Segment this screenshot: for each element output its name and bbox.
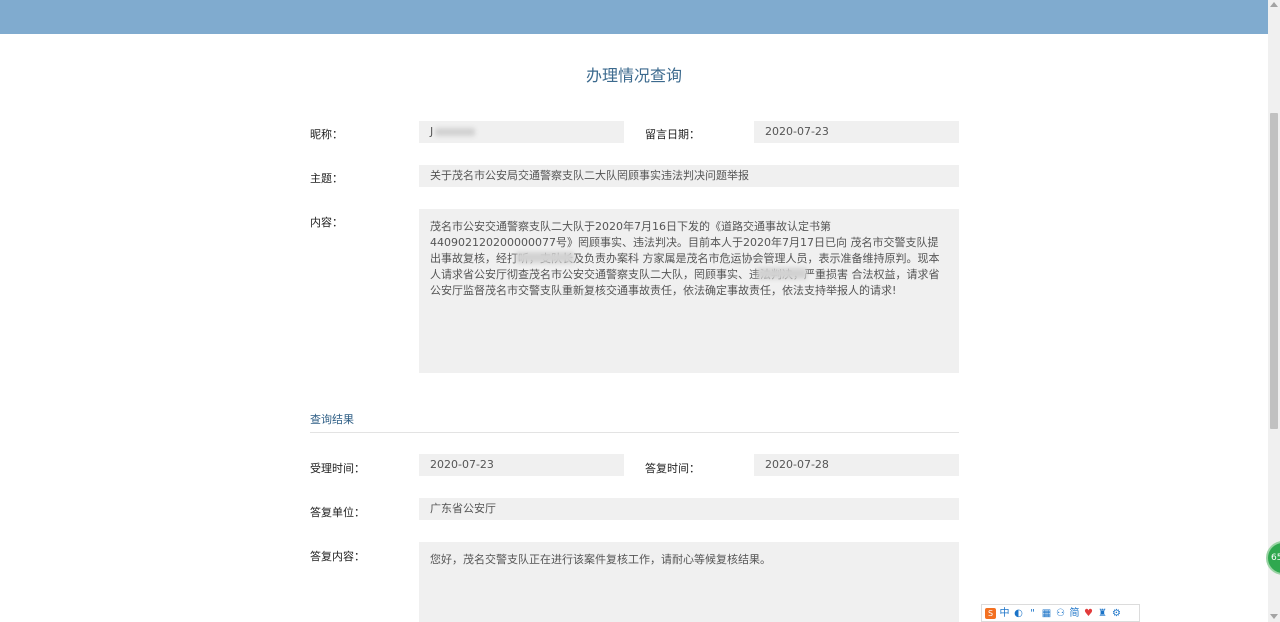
content-field: 茂名市公安交通警察支队二大队于2020年7月16日下发的《道路交通事故认定书第4… [419, 209, 959, 373]
scroll-down-arrow-icon[interactable] [1270, 614, 1278, 619]
ime-skin-icon[interactable]: ♜ [1097, 608, 1108, 619]
subject-field: 关于茂名市公安局交通警察支队二大队罔顾事实违法判决问题举报 [419, 165, 959, 187]
ime-punctuation-icon[interactable]: " [1027, 608, 1038, 619]
reply-time-field: 2020-07-28 [754, 454, 959, 476]
section-divider [310, 432, 959, 433]
reply-unit-field: 广东省公安厅 [419, 498, 959, 520]
message-date-field: 2020-07-23 [754, 121, 959, 143]
redaction-blur [435, 128, 475, 136]
scrollbar-thumb[interactable] [1270, 113, 1278, 429]
reply-content-field: 您好，茂名交警支队正在进行该案件复核工作，请耐心等候复核结果。 [419, 542, 959, 622]
nickname-value: J [430, 125, 434, 138]
top-header-bar [0, 0, 1268, 34]
query-result-heading: 查询结果 [310, 413, 354, 426]
vertical-scrollbar[interactable] [1268, 0, 1280, 622]
ime-chinese-mode-icon[interactable]: 中 [999, 608, 1010, 619]
ime-keyboard-icon[interactable]: ▦ [1041, 608, 1052, 619]
ime-heart-icon[interactable]: ♥ [1083, 608, 1094, 619]
scroll-up-arrow-icon[interactable] [1270, 2, 1278, 7]
accept-time-label: 受理时间： [310, 462, 365, 475]
redaction-blur [757, 268, 807, 279]
ime-simplified-icon[interactable]: 简 [1069, 608, 1080, 619]
content-label: 内容： [310, 216, 343, 229]
ime-user-icon[interactable]: ⚇ [1055, 608, 1066, 619]
ime-settings-icon[interactable]: ⚙ [1111, 608, 1122, 619]
accept-time-field: 2020-07-23 [419, 454, 624, 476]
nickname-field: J [419, 121, 624, 143]
subject-label: 主题： [310, 172, 343, 185]
nickname-label: 昵称： [310, 128, 343, 141]
content-text: 茂名市公安交通警察支队二大队于2020年7月16日下发的《道路交通事故认定书第4… [430, 220, 940, 297]
ime-logo-icon[interactable]: S [985, 607, 996, 619]
reply-content-label: 答复内容： [310, 550, 365, 563]
reply-time-label: 答复时间： [645, 462, 700, 475]
reply-unit-label: 答复单位： [310, 506, 365, 519]
message-date-label: 留言日期： [645, 128, 700, 141]
redaction-blur [516, 252, 574, 263]
ime-toolbar[interactable]: S 中 ◐ " ▦ ⚇ 简 ♥ ♜ ⚙ [981, 604, 1140, 622]
page-title: 办理情况查询 [585, 66, 682, 85]
ime-moon-icon[interactable]: ◐ [1013, 608, 1024, 619]
